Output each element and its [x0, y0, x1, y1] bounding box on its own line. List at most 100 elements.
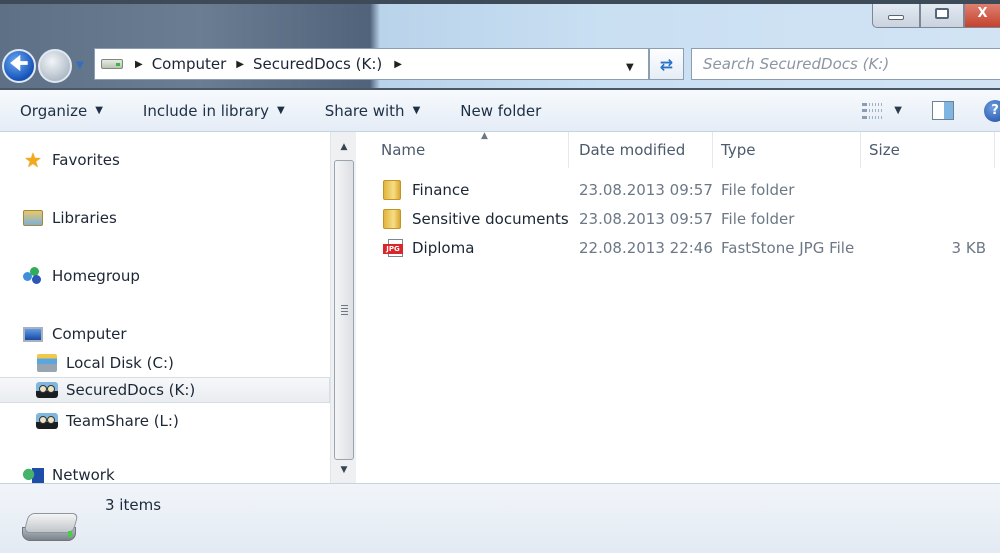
change-view-icon[interactable]	[862, 102, 883, 119]
column-header-date-modified[interactable]: Date modified	[571, 132, 713, 168]
file-type: File folder	[721, 209, 795, 228]
network-drive-icon	[36, 411, 58, 431]
grip-icon	[340, 305, 348, 315]
navigation-pane: ★ Favorites Libraries Homegroup Computer…	[0, 132, 330, 483]
window-title-bar: X 🠈 ▼ ▶ Computer ▶ SecuredDocs (K:) ▶ ▼ …	[0, 0, 1000, 90]
caret-down-icon: ▼	[412, 105, 421, 116]
file-row[interactable]: JPG Diploma 22.08.2013 22:46 FastStone J…	[357, 233, 1000, 262]
file-type: FastStone JPG File	[721, 238, 855, 257]
sidebar-item-network[interactable]: Network	[22, 466, 115, 483]
sidebar-item-label: Local Disk (C:)	[66, 354, 174, 372]
file-list: Name ▲ Date modified Type Size Finance 2…	[357, 131, 1000, 483]
column-header-label: Name	[381, 141, 426, 159]
file-type: File folder	[721, 180, 795, 199]
column-header-label: Size	[869, 141, 900, 159]
file-date: 23.08.2013 09:57	[579, 209, 713, 228]
chevron-down-icon: ▼	[76, 60, 84, 71]
file-row[interactable]: Finance 23.08.2013 09:57 File folder	[357, 175, 1000, 204]
scroll-up-icon[interactable]: ▲	[331, 136, 357, 158]
libraries-icon	[22, 208, 44, 228]
sidebar-item-local-disk-c[interactable]: Local Disk (C:)	[36, 350, 174, 376]
column-header-name[interactable]: Name ▲	[373, 131, 569, 168]
sidebar-item-computer[interactable]: Computer	[22, 321, 127, 347]
chevron-down-icon: ▼	[626, 62, 634, 73]
forward-button[interactable]	[38, 49, 72, 83]
recent-locations-button[interactable]: ▼	[76, 60, 84, 71]
caret-down-icon: ▼	[276, 105, 285, 116]
caret-down-icon: ▼	[95, 105, 103, 116]
sidebar-item-label: Network	[52, 466, 115, 483]
view-options-chevron-icon[interactable]: ▼	[894, 105, 902, 116]
sidebar-item-libraries[interactable]: Libraries	[22, 205, 117, 231]
file-date: 23.08.2013 09:57	[579, 180, 713, 199]
toolbar-right: ▼ ?	[862, 90, 1000, 131]
sidebar-item-label: Favorites	[52, 151, 120, 169]
share-with-button[interactable]: Share with ▼	[305, 90, 441, 131]
new-folder-button[interactable]: New folder	[440, 90, 561, 131]
file-size: 3 KB	[951, 238, 986, 257]
organize-label: Organize	[20, 101, 88, 120]
back-arrow-icon: 🠈	[9, 51, 29, 75]
breadcrumb-separator-icon[interactable]: ▶	[236, 59, 244, 70]
help-icon[interactable]: ?	[984, 99, 1000, 122]
include-in-library-button[interactable]: Include in library ▼	[123, 90, 305, 131]
scrollbar-thumb[interactable]	[334, 160, 354, 460]
folder-icon	[383, 208, 401, 229]
computer-icon	[22, 324, 44, 344]
maximize-icon	[935, 8, 949, 19]
file-name: Finance	[412, 180, 470, 199]
sidebar-item-homegroup[interactable]: Homegroup	[22, 263, 140, 289]
file-date: 22.08.2013 22:46	[579, 238, 713, 257]
file-name-cell: Sensitive documents	[383, 204, 569, 233]
minimize-icon	[888, 15, 904, 20]
sidebar-scrollbar[interactable]: ▲ ▼	[330, 132, 356, 483]
sidebar-item-label: Homegroup	[52, 267, 140, 285]
sidebar-item-label: Libraries	[52, 209, 117, 227]
breadcrumb-computer[interactable]: Computer	[152, 55, 227, 73]
address-history-button[interactable]: ▼	[626, 62, 634, 73]
close-button[interactable]: X	[964, 0, 1000, 28]
file-row[interactable]: Sensitive documents 23.08.2013 09:57 Fil…	[357, 204, 1000, 233]
jpg-file-icon: JPG	[383, 238, 405, 257]
window-controls: X	[872, 0, 1000, 28]
breadcrumb-separator-icon[interactable]: ▶	[394, 59, 402, 70]
homegroup-icon	[22, 266, 44, 286]
column-header-label: Date modified	[579, 141, 686, 159]
file-name: Sensitive documents	[412, 209, 569, 228]
column-header-label: Type	[721, 141, 756, 159]
column-header-size[interactable]: Size	[861, 132, 995, 168]
breadcrumb-secureddocs[interactable]: SecuredDocs (K:)	[253, 55, 382, 73]
drive-icon	[20, 513, 80, 543]
breadcrumb-separator-icon[interactable]: ▶	[135, 59, 143, 70]
sort-ascending-icon: ▲	[481, 131, 488, 141]
minimize-button[interactable]	[872, 0, 920, 28]
search-placeholder: Search SecuredDocs (K:)	[703, 55, 890, 73]
local-disk-icon	[36, 353, 58, 373]
file-name: Diploma	[412, 238, 475, 257]
preview-pane-icon[interactable]	[932, 101, 954, 120]
file-name-cell: JPG Diploma	[383, 233, 474, 262]
command-toolbar: Organize ▼ Include in library ▼ Share with…	[0, 88, 1000, 132]
maximize-button[interactable]	[920, 0, 964, 28]
share-with-label: Share with	[324, 101, 405, 120]
refresh-button[interactable]: ⇄	[649, 48, 684, 80]
sidebar-item-label: Computer	[52, 325, 127, 343]
sidebar-item-teamshare-l[interactable]: TeamShare (L:)	[36, 408, 179, 434]
organize-button[interactable]: Organize ▼	[0, 90, 123, 131]
sidebar-item-label: SecuredDocs (K:)	[66, 381, 196, 399]
status-bar: 3 items	[0, 483, 1000, 553]
sidebar-item-label: TeamShare (L:)	[66, 412, 179, 430]
column-header-type[interactable]: Type	[713, 132, 861, 168]
include-in-library-label: Include in library	[142, 101, 269, 120]
drive-icon	[101, 59, 123, 69]
back-button[interactable]: 🠈	[2, 49, 36, 83]
address-bar[interactable]: ▶ Computer ▶ SecuredDocs (K:) ▶	[94, 48, 649, 80]
star-icon: ★	[24, 148, 42, 172]
scroll-down-icon[interactable]: ▼	[331, 459, 357, 481]
sidebar-item-secureddocs-k[interactable]: SecuredDocs (K:)	[0, 377, 330, 403]
close-icon: X	[977, 6, 988, 21]
sidebar-item-favorites[interactable]: ★ Favorites	[22, 147, 120, 173]
network-drive-icon	[36, 380, 58, 400]
refresh-icon: ⇄	[659, 54, 674, 74]
search-input[interactable]: Search SecuredDocs (K:)	[691, 48, 1000, 80]
